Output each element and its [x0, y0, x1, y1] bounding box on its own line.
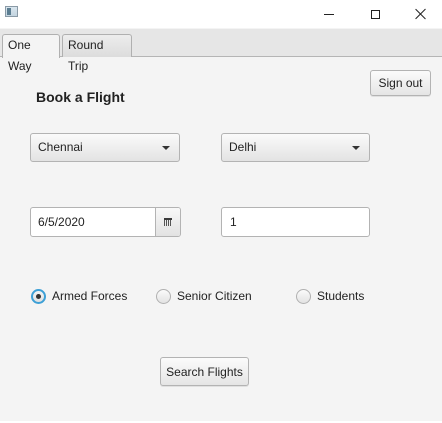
from-city-value: Chennai [38, 140, 83, 154]
travel-date-picker[interactable]: 6/5/2020 [30, 207, 181, 237]
sign-out-button[interactable]: Sign out [370, 70, 431, 96]
calendar-icon [164, 218, 172, 226]
title-bar [0, 0, 442, 28]
radio-label: Armed Forces [52, 289, 128, 303]
to-city-value: Delhi [229, 140, 257, 154]
calendar-button[interactable] [155, 208, 180, 236]
radio-indicator [31, 288, 46, 304]
radio-armed-forces[interactable]: Armed Forces [31, 288, 127, 304]
from-city-select[interactable]: Chennai [30, 133, 180, 162]
radio-students[interactable]: Students [296, 288, 364, 304]
radio-indicator [156, 288, 171, 304]
travel-date-input[interactable]: 6/5/2020 [38, 215, 85, 229]
radio-indicator [296, 288, 311, 304]
tab-round-trip[interactable]: Round Trip [62, 34, 132, 73]
radio-label: Senior Citizen [177, 289, 252, 303]
passengers-input[interactable]: 1 [221, 207, 370, 237]
tab-one-way[interactable]: One Way [2, 34, 60, 73]
page-title: Book a Flight [36, 89, 125, 105]
app-window: One Way Round Trip Sign out Book a Fligh… [0, 0, 442, 423]
minimize-button[interactable] [306, 0, 352, 28]
dropdown-arrow-icon [162, 146, 170, 150]
radio-senior-citizen[interactable]: Senior Citizen [156, 288, 252, 304]
search-flights-button[interactable]: Search Flights [160, 357, 249, 386]
to-city-select[interactable]: Delhi [221, 133, 370, 162]
tab-bar: One Way Round Trip [0, 29, 442, 73]
maximize-icon [370, 9, 380, 19]
radio-label: Students [317, 289, 365, 303]
dropdown-arrow-icon [352, 146, 360, 150]
minimize-icon [324, 13, 334, 15]
close-icon [415, 8, 427, 20]
close-button[interactable] [398, 0, 442, 28]
maximize-button[interactable] [352, 0, 398, 28]
app-icon [5, 6, 18, 17]
